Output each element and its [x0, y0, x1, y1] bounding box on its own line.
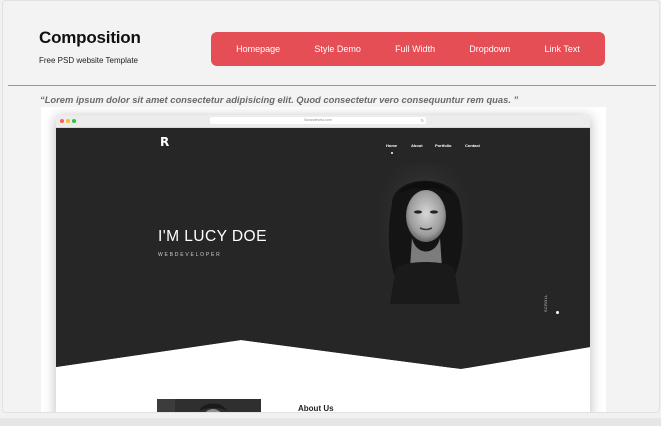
active-nav-indicator [391, 152, 393, 154]
hero-subheading: WEBDEVELOPER [158, 252, 222, 258]
nav-link-text[interactable]: Link Text [545, 44, 580, 54]
about-photo [157, 399, 261, 412]
close-window-dot-icon [60, 119, 64, 123]
page-card: Composition Free PSD website Template Ho… [2, 0, 660, 413]
bottom-strip [0, 418, 661, 426]
site-nav-about: About [411, 143, 423, 148]
site-nav-home: Home [386, 143, 398, 148]
portrait-photo [374, 164, 474, 304]
maximize-window-dot-icon [72, 119, 76, 123]
scroll-label: SCROLL [544, 294, 548, 312]
browser-toolbar: Iluxsodevelo.com ↻ [56, 115, 590, 128]
nav-full-width[interactable]: Full Width [395, 44, 435, 54]
site-nav-portfolio: Portfolio [435, 143, 452, 148]
minimize-window-dot-icon [66, 119, 70, 123]
intro-quote: “Lorem ipsum dolor sit amet consectetur … [40, 94, 519, 105]
nav-style-demo[interactable]: Style Demo [314, 44, 361, 54]
divider [8, 85, 656, 86]
hero-heading: I'M LUCY DOE [158, 228, 267, 245]
hero-angled-edge [56, 323, 590, 369]
about-heading: About Us [298, 404, 334, 412]
nav-homepage[interactable]: Homepage [236, 44, 280, 54]
address-bar-url: Iluxsodevelo.com [304, 118, 332, 122]
main-nav: Homepage Style Demo Full Width Dropdown … [211, 32, 605, 66]
site-nav-contact: Contact [465, 143, 480, 148]
address-bar: Iluxsodevelo.com ↻ [210, 117, 426, 124]
nav-dropdown[interactable]: Dropdown [469, 44, 510, 54]
browser-mockup: Iluxsodevelo.com ↻ R Home About Portfoli… [56, 115, 590, 412]
site-logo-icon: R [160, 135, 170, 149]
scroll-indicator-icon [556, 311, 559, 314]
site-subtitle: Free PSD website Template [39, 56, 139, 65]
reload-icon: ↻ [420, 118, 424, 123]
template-preview: Iluxsodevelo.com ↻ R Home About Portfoli… [41, 107, 606, 412]
site-title: Composition [39, 28, 141, 47]
